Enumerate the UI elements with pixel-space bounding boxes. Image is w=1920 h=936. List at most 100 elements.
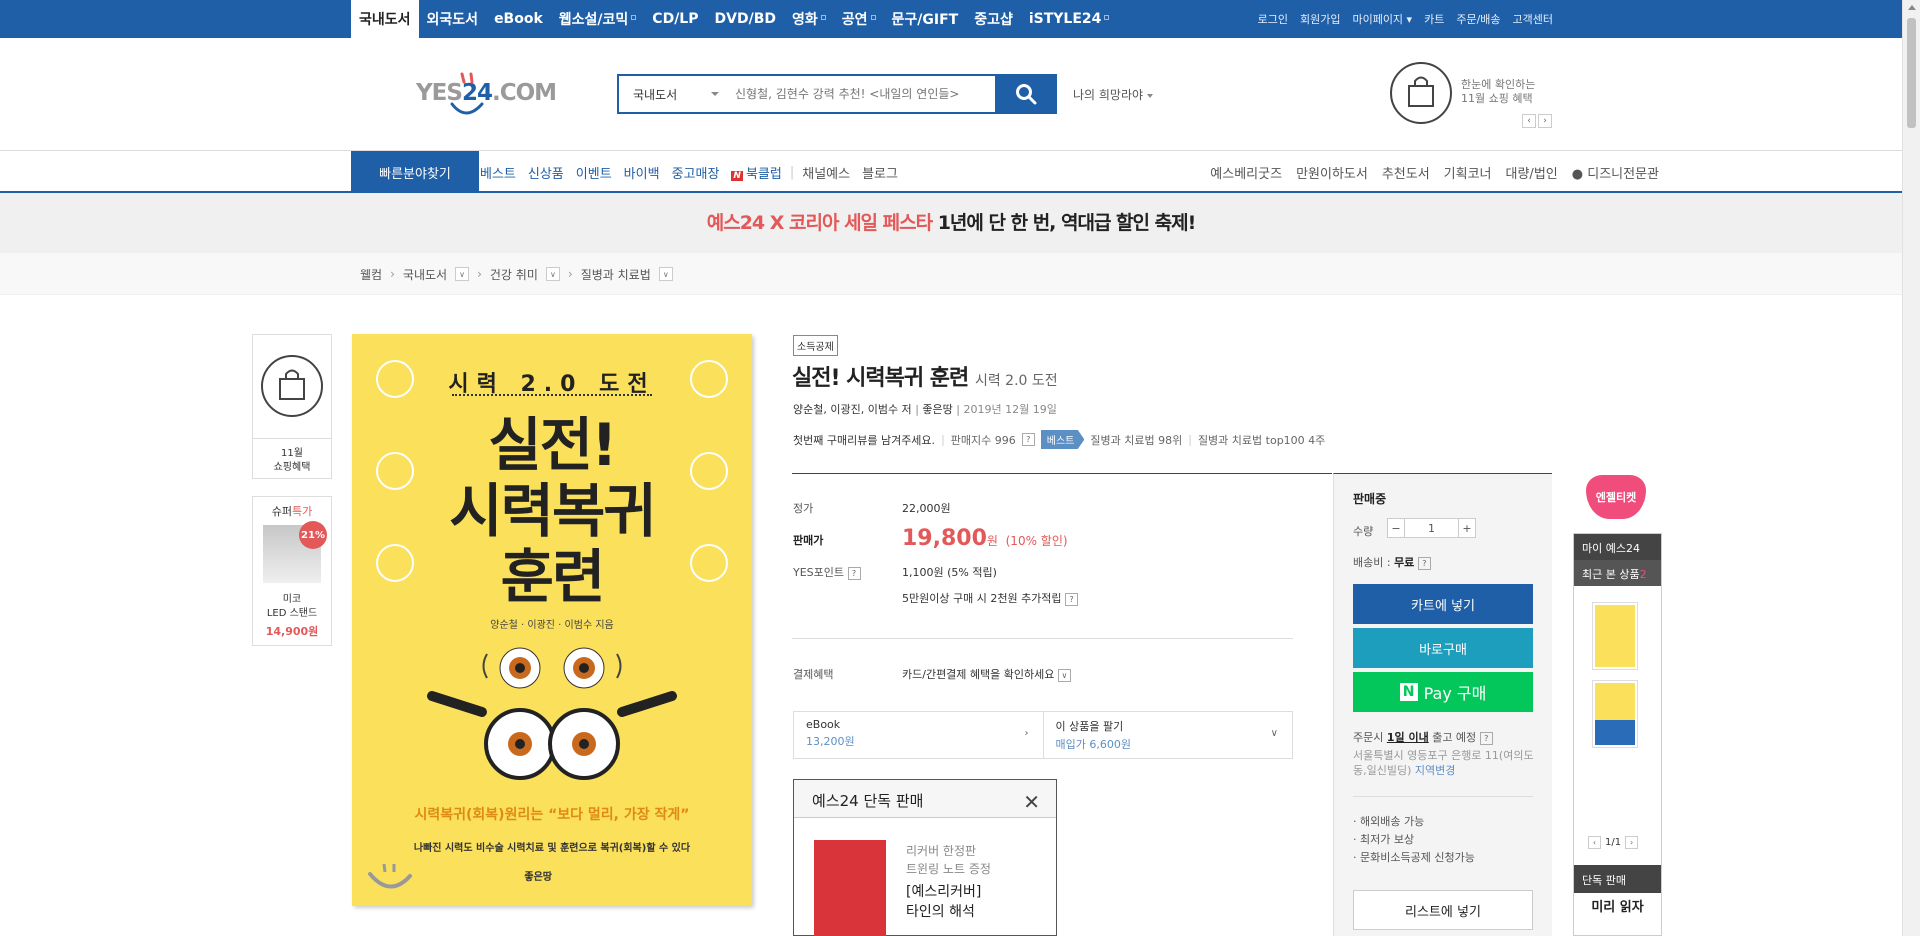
sell-option[interactable]: 이 상품을 팔기 매입가 6,600원 ∨ <box>1042 712 1293 758</box>
review-link[interactable]: 첫번째 구매리뷰를 남겨주세요. <box>793 432 935 448</box>
mypage-link[interactable]: 마이페이지 ▾ <box>1352 11 1412 27</box>
promo-banner[interactable]: 예스24 X 코리아 세일 페스타 1년에 단 한 번, 역대급 할인 축제! <box>0 193 1902 253</box>
angel-ticket-banner[interactable]: 엔젤티켓 <box>1578 475 1654 521</box>
breadcrumb-domestic[interactable]: 국내도서 <box>403 266 447 283</box>
tab-domestic-books[interactable]: 국내도서 <box>351 0 419 38</box>
recent-book-thumb[interactable] <box>1592 602 1638 670</box>
scroll-up-icon[interactable] <box>1908 5 1916 10</box>
my-yes24-link[interactable]: 마이 예스24 <box>1574 534 1661 560</box>
breadcrumb-health[interactable]: 건강 취미 <box>490 266 538 283</box>
change-region-link[interactable]: 지역변경 <box>1415 764 1455 777</box>
rank-link[interactable]: 질병과 치료법 98위 <box>1090 432 1182 448</box>
shopping-benefit-text[interactable]: 한눈에 확인하는 11월 쇼핑 혜택 <box>1461 78 1535 106</box>
nav-used-store[interactable]: 중고매장 <box>666 163 726 182</box>
qty-input[interactable]: 1 <box>1405 518 1458 538</box>
exclusive-book-image[interactable] <box>814 840 886 936</box>
buy-now-button[interactable]: 바로구매 <box>1353 628 1533 668</box>
qty-plus-button[interactable]: + <box>1458 518 1476 538</box>
main-nav: 빠른분야찾기 베스트 신상품 이벤트 바이백 중고매장 N 북클럽 | 채널예스 … <box>0 151 1902 193</box>
add-to-wishlist-button[interactable]: 리스트에 넣기 <box>1353 890 1533 930</box>
cart-link[interactable]: 카트 <box>1424 11 1444 27</box>
chevron-down-icon[interactable]: ∨ <box>455 267 470 281</box>
nav-best[interactable]: 베스트 <box>474 163 522 182</box>
search-input[interactable] <box>735 84 990 104</box>
submenu-icon <box>870 14 876 20</box>
nav-under-10000[interactable]: 만원이하도서 <box>1296 163 1368 182</box>
chevron-down-icon[interactable]: ∨ <box>545 267 560 281</box>
search-category-select[interactable]: 국내도서 <box>633 86 677 103</box>
naver-pay-button[interactable]: N Pay 구매 <box>1353 672 1533 712</box>
ebook-option[interactable]: eBook 13,200원 › <box>794 712 1043 758</box>
my-wish-dropdown[interactable]: 나의 희망라야 <box>1073 86 1154 103</box>
nav-new[interactable]: 신상품 <box>522 163 570 182</box>
login-link[interactable]: 로그인 <box>1258 11 1288 27</box>
help-icon[interactable]: ? <box>847 567 861 580</box>
add-to-cart-button[interactable]: 카트에 넣기 <box>1353 584 1533 624</box>
shipping-fee: 배송비 : 무료 ? <box>1353 554 1431 570</box>
tab-ebook[interactable]: eBook <box>486 0 551 38</box>
deal-product-name: 미코 LED 스탠드 <box>266 594 318 619</box>
recent-book-thumb[interactable] <box>1592 680 1638 748</box>
preview-read-link[interactable]: 미리 읽자 <box>1574 900 1661 916</box>
nav-recommended[interactable]: 추천도서 <box>1382 163 1430 182</box>
scroll-thumb[interactable] <box>1907 18 1916 128</box>
tab-foreign-books[interactable]: 외국도서 <box>419 0 487 38</box>
product-stats: 첫번째 구매리뷰를 남겨주세요. | 판매지수 996 ? 베스트 질병과 치료… <box>793 430 1325 449</box>
next-arrow-icon[interactable]: › <box>1538 114 1552 128</box>
next-arrow-icon[interactable]: › <box>1625 836 1639 849</box>
payment-benefit-dropdown[interactable]: 카드/간편결제 혜택을 확인하세요 ∨ <box>902 666 1071 682</box>
left-shopping-benefit[interactable]: 11월 쇼핑혜택 <box>252 334 332 479</box>
help-icon[interactable]: ? <box>1065 593 1079 606</box>
exclusive-book-title[interactable]: [예스리커버] 타인의 해석 <box>906 882 981 922</box>
close-icon[interactable]: ✕ <box>1023 790 1040 814</box>
chevron-down-icon[interactable] <box>711 92 719 96</box>
support-link[interactable]: 고객센터 <box>1513 11 1553 27</box>
breadcrumb-disease[interactable]: 질병과 치료법 <box>581 266 651 283</box>
sale-price-label: 판매가 <box>793 534 824 547</box>
tab-used[interactable]: 중고샵 <box>966 0 1021 38</box>
breadcrumb-home[interactable]: 웰컴 <box>360 266 382 283</box>
list-price-label: 정가 <box>793 502 814 515</box>
quick-category-button[interactable]: 빠른분야찾기 <box>351 151 479 193</box>
yes24-logo[interactable]: YES24.COM <box>414 64 557 124</box>
tab-istyle[interactable]: iSTYLE24 <box>1021 0 1118 38</box>
chevron-right-icon: › <box>390 267 395 281</box>
tab-cd-lp[interactable]: CD/LP <box>644 0 706 38</box>
search-button[interactable] <box>997 74 1057 114</box>
tab-webnovel[interactable]: 웹소설/코믹 <box>551 0 645 38</box>
nav-channel-yes[interactable]: 채널예스 <box>796 163 856 182</box>
qty-minus-button[interactable]: − <box>1387 518 1405 538</box>
tab-gift[interactable]: 문구/GIFT <box>884 0 967 38</box>
super-deal-card[interactable]: 슈퍼특가 21% 미코 LED 스탠드 14,900원 <box>252 496 332 646</box>
publisher-link[interactable]: 좋은땅 <box>922 403 952 416</box>
nav-planning[interactable]: 기획코너 <box>1444 163 1492 182</box>
page-scrollbar[interactable] <box>1902 0 1920 936</box>
exclusive-sale-link[interactable]: 단독 판매 <box>1574 865 1661 893</box>
rank-weeks[interactable]: 질병과 치료법 top100 4주 <box>1198 432 1325 448</box>
nav-disney[interactable]: ● 디즈니전문관 <box>1572 163 1659 182</box>
help-icon[interactable]: ? <box>1479 732 1493 745</box>
shopping-bag-icon[interactable] <box>1390 62 1452 124</box>
author-link[interactable]: 양순철, 이광진, 이범수 저 <box>793 403 912 416</box>
signup-link[interactable]: 회원가입 <box>1300 11 1340 27</box>
nav-bulk[interactable]: 대량/법인 <box>1506 163 1558 182</box>
orders-link[interactable]: 주문/배송 <box>1456 11 1500 27</box>
tab-dvd-bd[interactable]: DVD/BD <box>707 0 784 38</box>
nav-goods[interactable]: 예스베리굿즈 <box>1210 163 1282 182</box>
tab-movie[interactable]: 영화 <box>784 0 834 38</box>
naver-icon: N <box>1399 683 1418 701</box>
prev-arrow-icon[interactable]: ‹ <box>1522 114 1536 128</box>
nav-buyback[interactable]: 바이백 <box>618 163 666 182</box>
book-cover-image[interactable]: 시력 2.0 도전 실전! 시력복귀 훈련 양순철 · 이광진 · 이범수 지음… <box>352 334 752 906</box>
chevron-down-icon[interactable]: ∨ <box>658 267 673 281</box>
nav-event[interactable]: 이벤트 <box>570 163 618 182</box>
breadcrumb: 웰컴 › 국내도서 ∨ › 건강 취미 ∨ › 질병과 치료법 ∨ <box>0 253 1902 295</box>
prev-arrow-icon[interactable]: ‹ <box>1588 836 1601 849</box>
nav-bookclub[interactable]: N 북클럽 <box>725 163 787 182</box>
nav-blog[interactable]: 블로그 <box>856 163 904 182</box>
help-icon[interactable]: ? <box>1021 433 1035 446</box>
help-icon[interactable]: ? <box>1417 557 1431 570</box>
point-label: YES포인트 ? <box>793 564 861 580</box>
nav-right-menu: 예스베리굿즈 만원이하도서 추천도서 기획코너 대량/법인 ● 디즈니전문관 <box>1210 151 1659 193</box>
tab-performance[interactable]: 공연 <box>834 0 884 38</box>
